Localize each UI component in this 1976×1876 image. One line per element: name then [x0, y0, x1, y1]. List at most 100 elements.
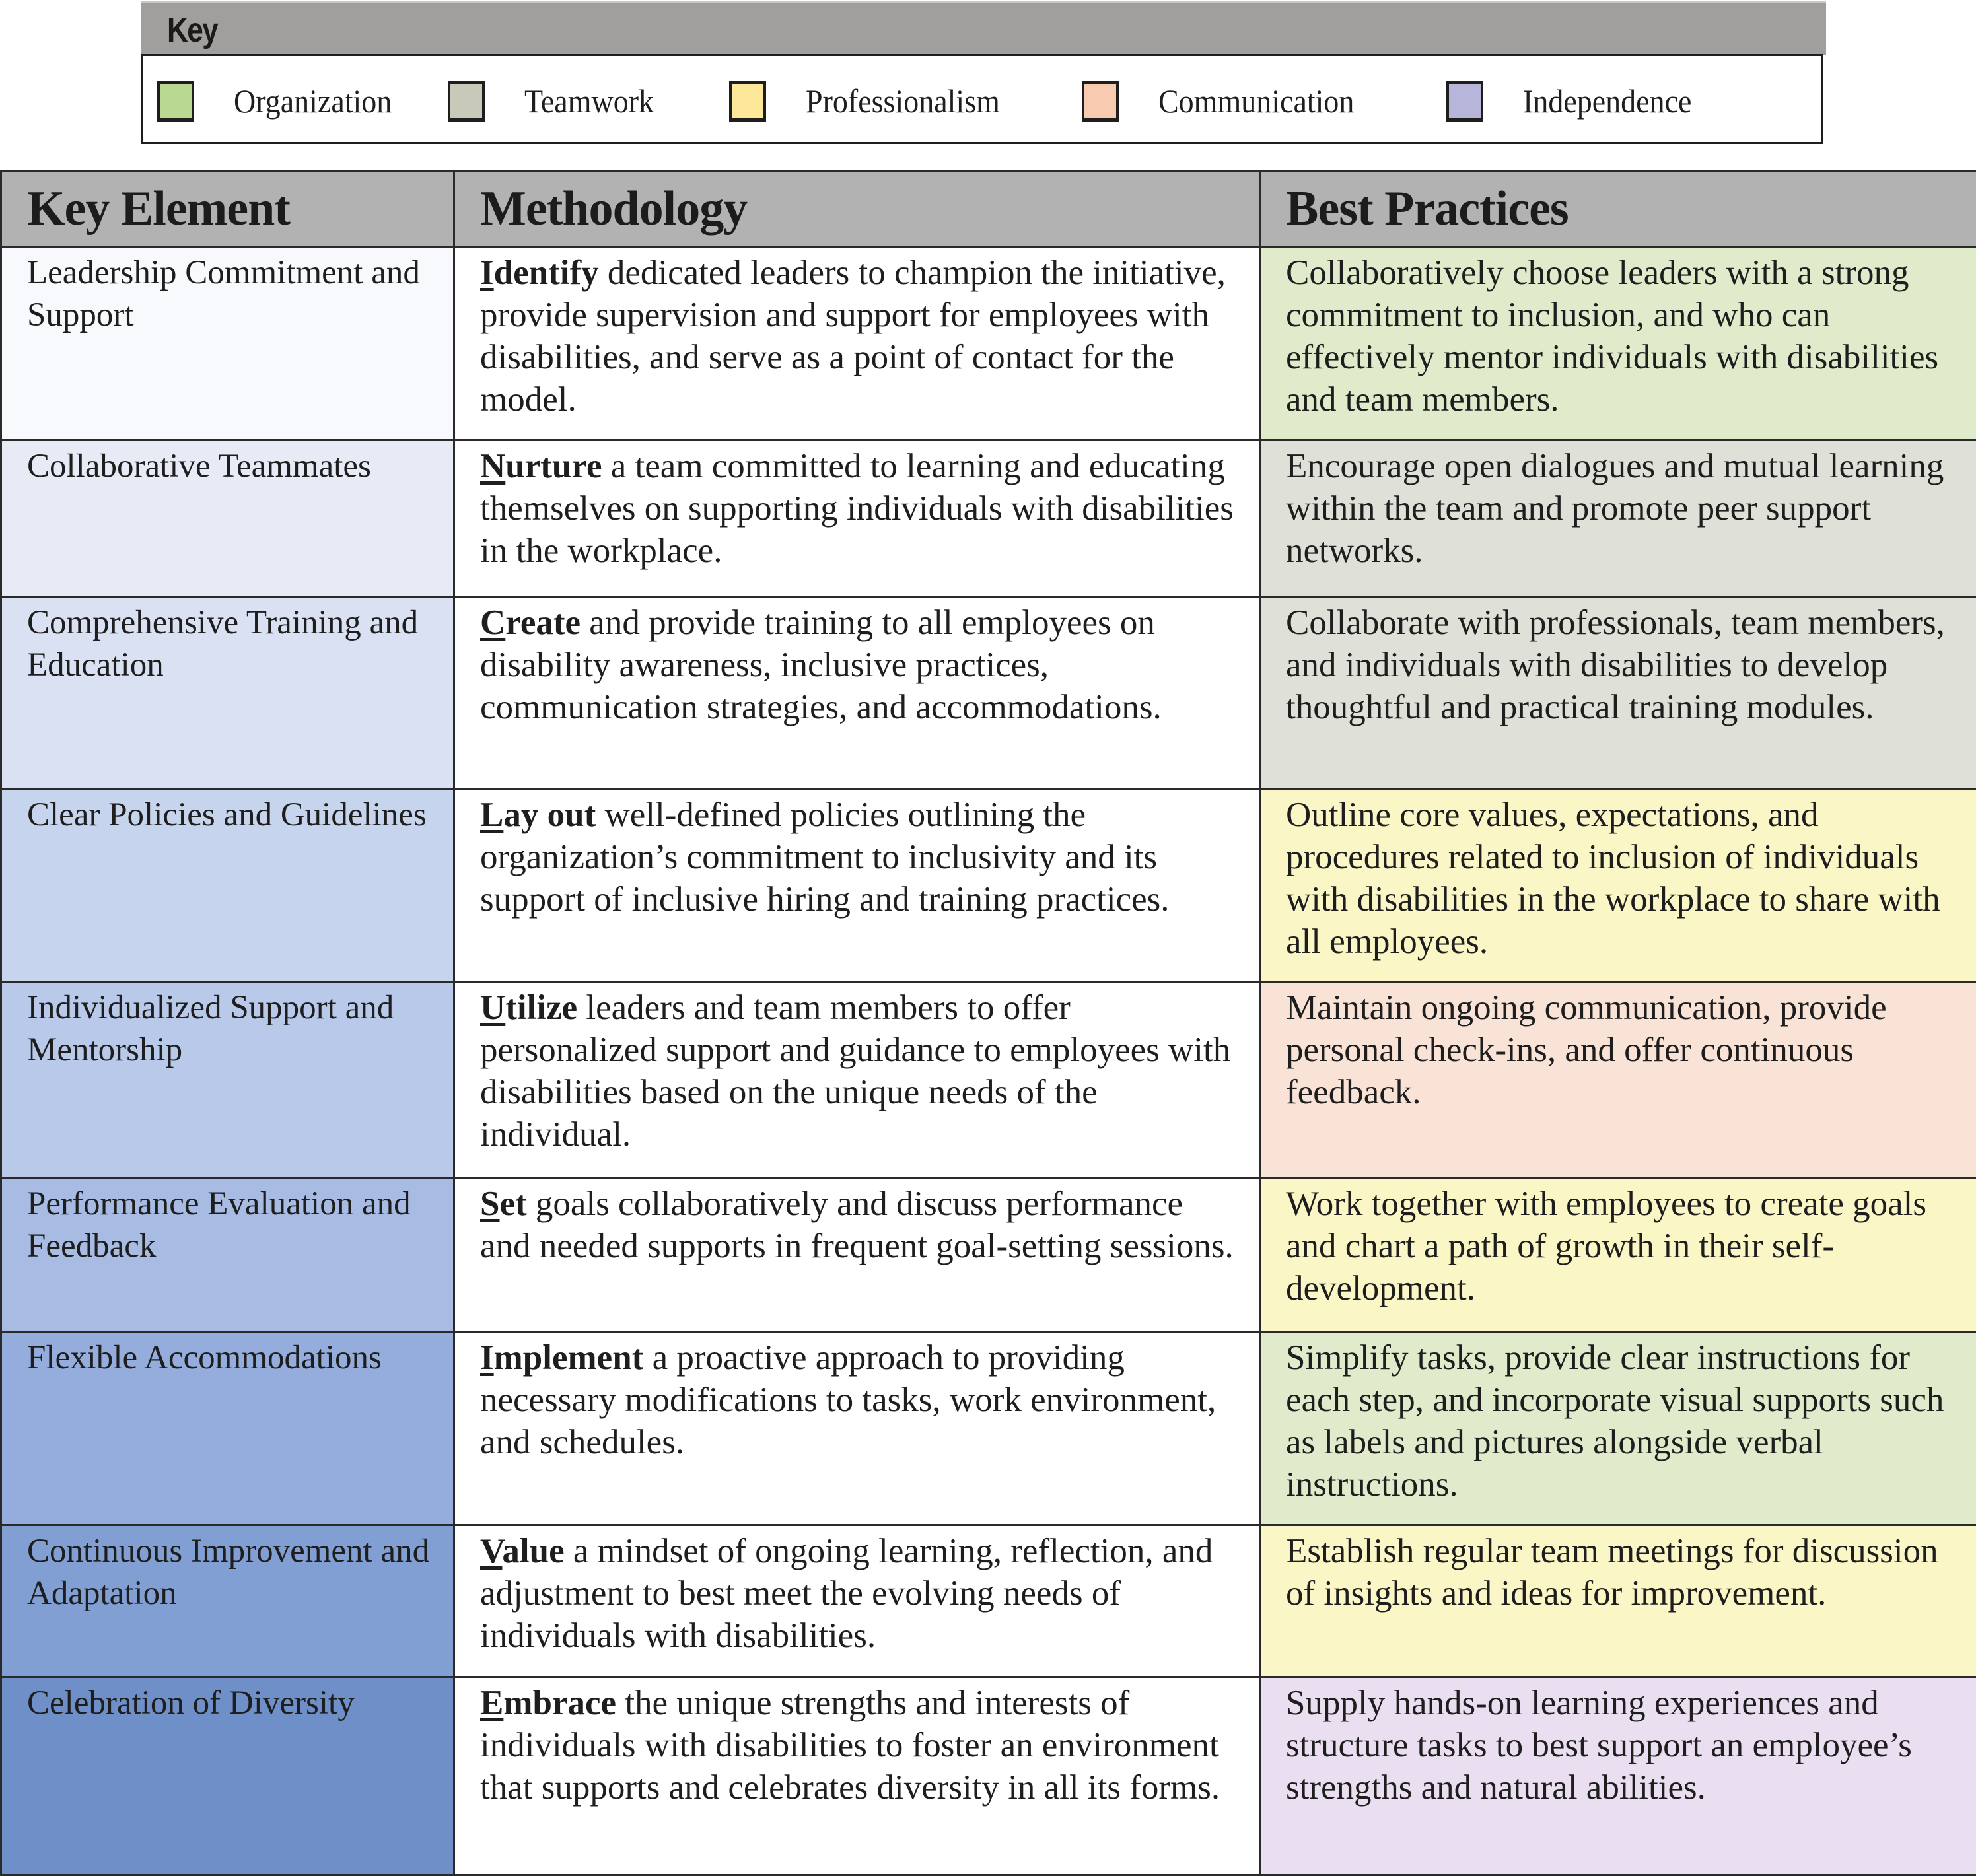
legend-label: Independence — [1523, 82, 1691, 120]
best-practice-cell: Maintain ongoing communication, provide … — [1260, 982, 1976, 1178]
methodology-cell: Implement a proactive approach to provid… — [454, 1332, 1260, 1525]
methodology-action-verb: Embrace — [480, 1684, 616, 1722]
legend-item-organization: Organization — [157, 56, 406, 146]
methodology-action-verb: Nurture — [480, 447, 602, 485]
table-row: Comprehensive Training and Education Cre… — [1, 597, 1976, 789]
best-practice-text: Collaboratively choose leaders with a st… — [1261, 248, 1976, 421]
key-element-cell: Leadership Commitment and Support — [1, 247, 454, 440]
methodology-verb-rest: ay out — [503, 796, 596, 834]
best-practice-text: Collaborate with professionals, team mem… — [1261, 598, 1976, 728]
legend-label: Organization — [234, 82, 392, 120]
key-element-text: Clear Policies and Guidelines — [2, 790, 453, 836]
table-row: Continuous Improvement and Adaptation Va… — [1, 1525, 1976, 1677]
table-row: Performance Evaluation and Feedback Set … — [1, 1178, 1976, 1332]
methodology-description: a mindset of ongoing learning, reflectio… — [480, 1532, 1213, 1655]
table-row: Flexible Accommodations Implement a proa… — [1, 1332, 1976, 1525]
best-practice-cell: Encourage open dialogues and mutual lear… — [1260, 440, 1976, 597]
legend-key: Key Organization Teamwork Professionalis… — [141, 0, 1826, 145]
key-element-cell: Collaborative Teammates — [1, 440, 454, 597]
legend-label: Communication — [1158, 82, 1354, 120]
methodology-verb-rest: dentify — [494, 254, 599, 292]
methodology-action-verb: Implement — [480, 1338, 643, 1377]
best-practice-cell: Work together with employees to create g… — [1260, 1178, 1976, 1332]
methodology-verb-rest: mplement — [494, 1338, 644, 1377]
methodology-action-verb: Create — [480, 604, 581, 642]
best-practice-cell: Supply hands-on learning experiences and… — [1260, 1677, 1976, 1875]
legend-item-professionalism: Professionalism — [729, 56, 1016, 146]
key-element-cell: Performance Evaluation and Feedback — [1, 1178, 454, 1332]
legend-swatch-organization — [157, 81, 194, 122]
legend-label: Teamwork — [524, 82, 654, 120]
methodology-cell: Embrace the unique strengths and interes… — [454, 1677, 1260, 1875]
best-practice-text: Establish regular team meetings for disc… — [1261, 1526, 1976, 1615]
key-elements-table: Key Element Methodology Best Practices L… — [0, 170, 1976, 1876]
methodology-verb-rest: reate — [505, 604, 581, 642]
methodology-cell: Create and provide training to all emplo… — [454, 597, 1260, 789]
best-practice-cell: Establish regular team meetings for disc… — [1260, 1525, 1976, 1677]
methodology-verb-rest: mbrace — [503, 1684, 616, 1722]
methodology-acronym-letter: U — [480, 989, 505, 1027]
methodology-text: Lay out well-defined policies outlining … — [455, 790, 1259, 921]
table-row: Celebration of Diversity Embrace the uni… — [1, 1677, 1976, 1875]
methodology-verb-rest: urture — [505, 447, 602, 485]
table-row: Leadership Commitment and Support Identi… — [1, 247, 1976, 440]
methodology-acronym-letter: L — [480, 796, 503, 834]
best-practice-cell: Collaborate with professionals, team mem… — [1260, 597, 1976, 789]
header-best-practices: Best Practices — [1260, 172, 1976, 247]
legend-swatch-communication — [1082, 81, 1119, 122]
legend-item-independence: Independence — [1446, 56, 1707, 146]
methodology-acronym-letter: I — [480, 1338, 494, 1377]
methodology-action-verb: Value — [480, 1532, 565, 1570]
methodology-text: Implement a proactive approach to provid… — [455, 1333, 1259, 1463]
methodology-cell: Value a mindset of ongoing learning, ref… — [454, 1525, 1260, 1677]
methodology-cell: Set goals collaboratively and discuss pe… — [454, 1178, 1260, 1332]
methodology-cell: Nurture a team committed to learning and… — [454, 440, 1260, 597]
table-row: Collaborative Teammates Nurture a team c… — [1, 440, 1976, 597]
key-element-text: Comprehensive Training and Education — [2, 598, 453, 686]
methodology-text: Nurture a team committed to learning and… — [455, 441, 1259, 572]
key-element-cell: Individualized Support and Mentorship — [1, 982, 454, 1178]
methodology-action-verb: Identify — [480, 254, 599, 292]
methodology-cell: Identify dedicated leaders to champion t… — [454, 247, 1260, 440]
methodology-acronym-letter: S — [480, 1185, 499, 1223]
header-methodology: Methodology — [454, 172, 1260, 247]
key-element-text: Celebration of Diversity — [2, 1678, 453, 1724]
methodology-text: Set goals collaboratively and discuss pe… — [455, 1179, 1259, 1267]
best-practice-cell: Collaboratively choose leaders with a st… — [1260, 247, 1976, 440]
key-element-text: Collaborative Teammates — [2, 441, 453, 487]
header-key-element: Key Element — [1, 172, 454, 247]
legend-header-band: Key — [141, 1, 1826, 55]
methodology-text: Value a mindset of ongoing learning, ref… — [455, 1526, 1259, 1657]
key-element-text: Leadership Commitment and Support — [2, 248, 453, 336]
key-element-text: Performance Evaluation and Feedback — [2, 1179, 453, 1267]
methodology-acronym-letter: N — [480, 447, 505, 485]
key-element-text: Individualized Support and Mentorship — [2, 983, 453, 1071]
legend-label: Professionalism — [806, 82, 1000, 120]
legend-swatch-teamwork — [448, 81, 485, 122]
legend-item-teamwork: Teamwork — [448, 56, 665, 146]
table-row: Individualized Support and Mentorship Ut… — [1, 982, 1976, 1178]
legend-body: Organization Teamwork Professionalism Co… — [141, 54, 1823, 144]
key-element-cell: Flexible Accommodations — [1, 1332, 454, 1525]
legend-title: Key — [167, 11, 217, 50]
methodology-description: leaders and team members to offer person… — [480, 989, 1230, 1154]
methodology-verb-rest: alue — [502, 1532, 564, 1570]
best-practice-cell: Simplify tasks, provide clear instructio… — [1260, 1332, 1976, 1525]
best-practice-text: Maintain ongoing communication, provide … — [1261, 983, 1976, 1113]
methodology-text: Utilize leaders and team members to offe… — [455, 983, 1259, 1156]
methodology-acronym-letter: E — [480, 1684, 503, 1722]
methodology-cell: Utilize leaders and team members to offe… — [454, 982, 1260, 1178]
methodology-verb-rest: tilize — [505, 989, 577, 1027]
best-practice-text: Outline core values, expectations, and p… — [1261, 790, 1976, 963]
methodology-action-verb: Utilize — [480, 989, 577, 1027]
methodology-acronym-letter: C — [480, 604, 505, 642]
methodology-acronym-letter: V — [480, 1532, 502, 1570]
key-element-cell: Continuous Improvement and Adaptation — [1, 1525, 454, 1677]
methodology-text: Create and provide training to all emplo… — [455, 598, 1259, 728]
best-practice-text: Work together with employees to create g… — [1261, 1179, 1976, 1309]
methodology-text: Identify dedicated leaders to champion t… — [455, 248, 1259, 421]
methodology-action-verb: Lay out — [480, 796, 596, 834]
key-element-cell: Comprehensive Training and Education — [1, 597, 454, 789]
key-element-text: Continuous Improvement and Adaptation — [2, 1526, 453, 1615]
key-element-cell: Clear Policies and Guidelines — [1, 789, 454, 982]
